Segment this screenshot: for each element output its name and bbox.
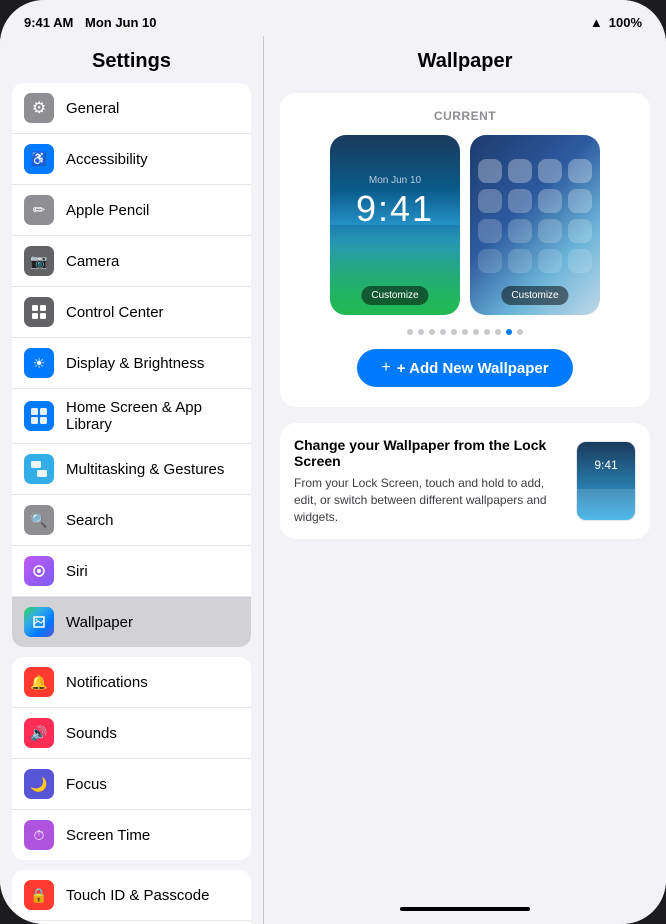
wallpaper-info-text: Change your Wallpaper from the Lock Scre… xyxy=(294,437,564,525)
touch-id-icon: 🔒 xyxy=(24,880,54,910)
sidebar-title: Settings xyxy=(0,36,263,83)
status-time: 9:41 AM Mon Jun 10 xyxy=(24,15,157,30)
sidebar-item-label-sounds: Sounds xyxy=(66,725,117,742)
sidebar-item-siri[interactable]: Siri xyxy=(12,546,251,597)
add-wallpaper-label: + Add New Wallpaper xyxy=(397,360,549,377)
pagination-dots xyxy=(292,329,638,335)
status-bar: 9:41 AM Mon Jun 10 ▲ 100% xyxy=(0,0,666,36)
ipad-screen: 9:41 AM Mon Jun 10 ▲ 100% Settings ⚙ Gen… xyxy=(0,0,666,924)
preview-date: Mon Jun 10 xyxy=(356,175,434,186)
current-label: CURRENT xyxy=(292,109,638,123)
dot-10-active xyxy=(506,329,512,335)
control-center-icon xyxy=(24,297,54,327)
info-card-description: From your Lock Screen, touch and hold to… xyxy=(294,475,564,525)
add-icon: + xyxy=(381,359,390,377)
sidebar-item-touch-id[interactable]: 🔒 Touch ID & Passcode xyxy=(12,870,251,921)
dot-3 xyxy=(429,329,435,335)
sidebar: Settings ⚙ General ♿ Accessibility ✏ App… xyxy=(0,36,264,924)
right-panel: Wallpaper CURRENT Mon Jun 10 9:41 xyxy=(264,36,666,924)
dot-4 xyxy=(440,329,446,335)
right-panel-content[interactable]: CURRENT Mon Jun 10 9:41 Customize xyxy=(264,83,666,894)
mini-lockscreen: 9:41 xyxy=(576,441,636,521)
multitasking-icon xyxy=(24,454,54,484)
sidebar-item-label-search: Search xyxy=(66,512,114,529)
dot-8 xyxy=(484,329,490,335)
home-screen-customize-btn[interactable]: Customize xyxy=(501,286,568,305)
apple-pencil-icon: ✏ xyxy=(24,195,54,225)
sidebar-item-label-wallpaper: Wallpaper xyxy=(66,614,133,631)
wifi-icon: ▲ xyxy=(590,15,603,30)
settings-group-2: 🔔 Notifications 🔊 Sounds 🌙 Focus ⏱ Scree… xyxy=(12,657,251,860)
home-screen-preview[interactable]: Customize xyxy=(470,135,600,315)
sidebar-item-label-touch-id: Touch ID & Passcode xyxy=(66,887,209,904)
sidebar-item-label-screen-time: Screen Time xyxy=(66,827,150,844)
lock-screen-preview[interactable]: Mon Jun 10 9:41 Customize xyxy=(330,135,460,315)
wallpaper-previews: Mon Jun 10 9:41 Customize xyxy=(292,135,638,315)
camera-icon: 📷 xyxy=(24,246,54,276)
dot-9 xyxy=(495,329,501,335)
sidebar-item-label-control-center: Control Center xyxy=(66,304,164,321)
sidebar-item-label-camera: Camera xyxy=(66,253,119,270)
general-icon: ⚙ xyxy=(24,93,54,123)
home-indicator-area xyxy=(264,894,666,924)
sidebar-item-label-display: Display & Brightness xyxy=(66,355,204,372)
dot-7 xyxy=(473,329,479,335)
lock-screen-customize-btn[interactable]: Customize xyxy=(361,286,428,305)
sidebar-item-camera[interactable]: 📷 Camera xyxy=(12,236,251,287)
sidebar-item-apple-pencil[interactable]: ✏ Apple Pencil xyxy=(12,185,251,236)
sidebar-item-label-apple-pencil: Apple Pencil xyxy=(66,202,149,219)
accessibility-icon: ♿ xyxy=(24,144,54,174)
sidebar-item-screen-time[interactable]: ⏱ Screen Time xyxy=(12,810,251,860)
sounds-icon: 🔊 xyxy=(24,718,54,748)
sidebar-item-display[interactable]: ☀ Display & Brightness xyxy=(12,338,251,389)
sidebar-item-multitasking[interactable]: Multitasking & Gestures xyxy=(12,444,251,495)
wallpaper-info-card: Change your Wallpaper from the Lock Scre… xyxy=(280,423,650,539)
focus-icon: 🌙 xyxy=(24,769,54,799)
sidebar-item-label-general: General xyxy=(66,100,119,117)
wallpaper-preview-card: CURRENT Mon Jun 10 9:41 Customize xyxy=(280,93,650,407)
sidebar-item-label-home-screen: Home Screen & App Library xyxy=(66,399,239,433)
dot-6 xyxy=(462,329,468,335)
sidebar-item-control-center[interactable]: Control Center xyxy=(12,287,251,338)
sidebar-item-label-siri: Siri xyxy=(66,563,88,580)
home-indicator xyxy=(400,907,530,911)
notifications-icon: 🔔 xyxy=(24,667,54,697)
dot-1 xyxy=(407,329,413,335)
settings-group-3: 🔒 Touch ID & Passcode ✋ Privacy & Securi… xyxy=(12,870,251,924)
sidebar-item-accessibility[interactable]: ♿ Accessibility xyxy=(12,134,251,185)
sidebar-item-general[interactable]: ⚙ General xyxy=(12,83,251,134)
screen-time-icon: ⏱ xyxy=(24,820,54,850)
right-panel-title: Wallpaper xyxy=(264,36,666,83)
home-screen-icon xyxy=(24,401,54,431)
siri-icon xyxy=(24,556,54,586)
info-card-title: Change your Wallpaper from the Lock Scre… xyxy=(294,437,564,469)
status-indicators: ▲ 100% xyxy=(590,15,642,30)
mini-lockscreen-time: 9:41 xyxy=(594,458,617,472)
sidebar-item-focus[interactable]: 🌙 Focus xyxy=(12,759,251,810)
sidebar-item-label-accessibility: Accessibility xyxy=(66,151,148,168)
battery-indicator: 100% xyxy=(609,15,642,30)
sidebar-scroll[interactable]: ⚙ General ♿ Accessibility ✏ Apple Pencil… xyxy=(0,83,263,924)
dot-11 xyxy=(517,329,523,335)
search-icon: 🔍 xyxy=(24,505,54,535)
sidebar-item-search[interactable]: 🔍 Search xyxy=(12,495,251,546)
sidebar-item-sounds[interactable]: 🔊 Sounds xyxy=(12,708,251,759)
dot-2 xyxy=(418,329,424,335)
add-wallpaper-button[interactable]: + + Add New Wallpaper xyxy=(357,349,572,387)
preview-time: 9:41 xyxy=(356,188,434,230)
display-icon: ☀ xyxy=(24,348,54,378)
sidebar-item-label-notifications: Notifications xyxy=(66,674,148,691)
main-area: Settings ⚙ General ♿ Accessibility ✏ App… xyxy=(0,36,666,924)
sidebar-item-wallpaper[interactable]: Wallpaper xyxy=(12,597,251,647)
sidebar-item-label-focus: Focus xyxy=(66,776,107,793)
sidebar-item-label-multitasking: Multitasking & Gestures xyxy=(66,461,224,478)
sidebar-item-home-screen[interactable]: Home Screen & App Library xyxy=(12,389,251,444)
dot-5 xyxy=(451,329,457,335)
wallpaper-icon xyxy=(24,607,54,637)
settings-group-1: ⚙ General ♿ Accessibility ✏ Apple Pencil… xyxy=(12,83,251,647)
sidebar-item-notifications[interactable]: 🔔 Notifications xyxy=(12,657,251,708)
